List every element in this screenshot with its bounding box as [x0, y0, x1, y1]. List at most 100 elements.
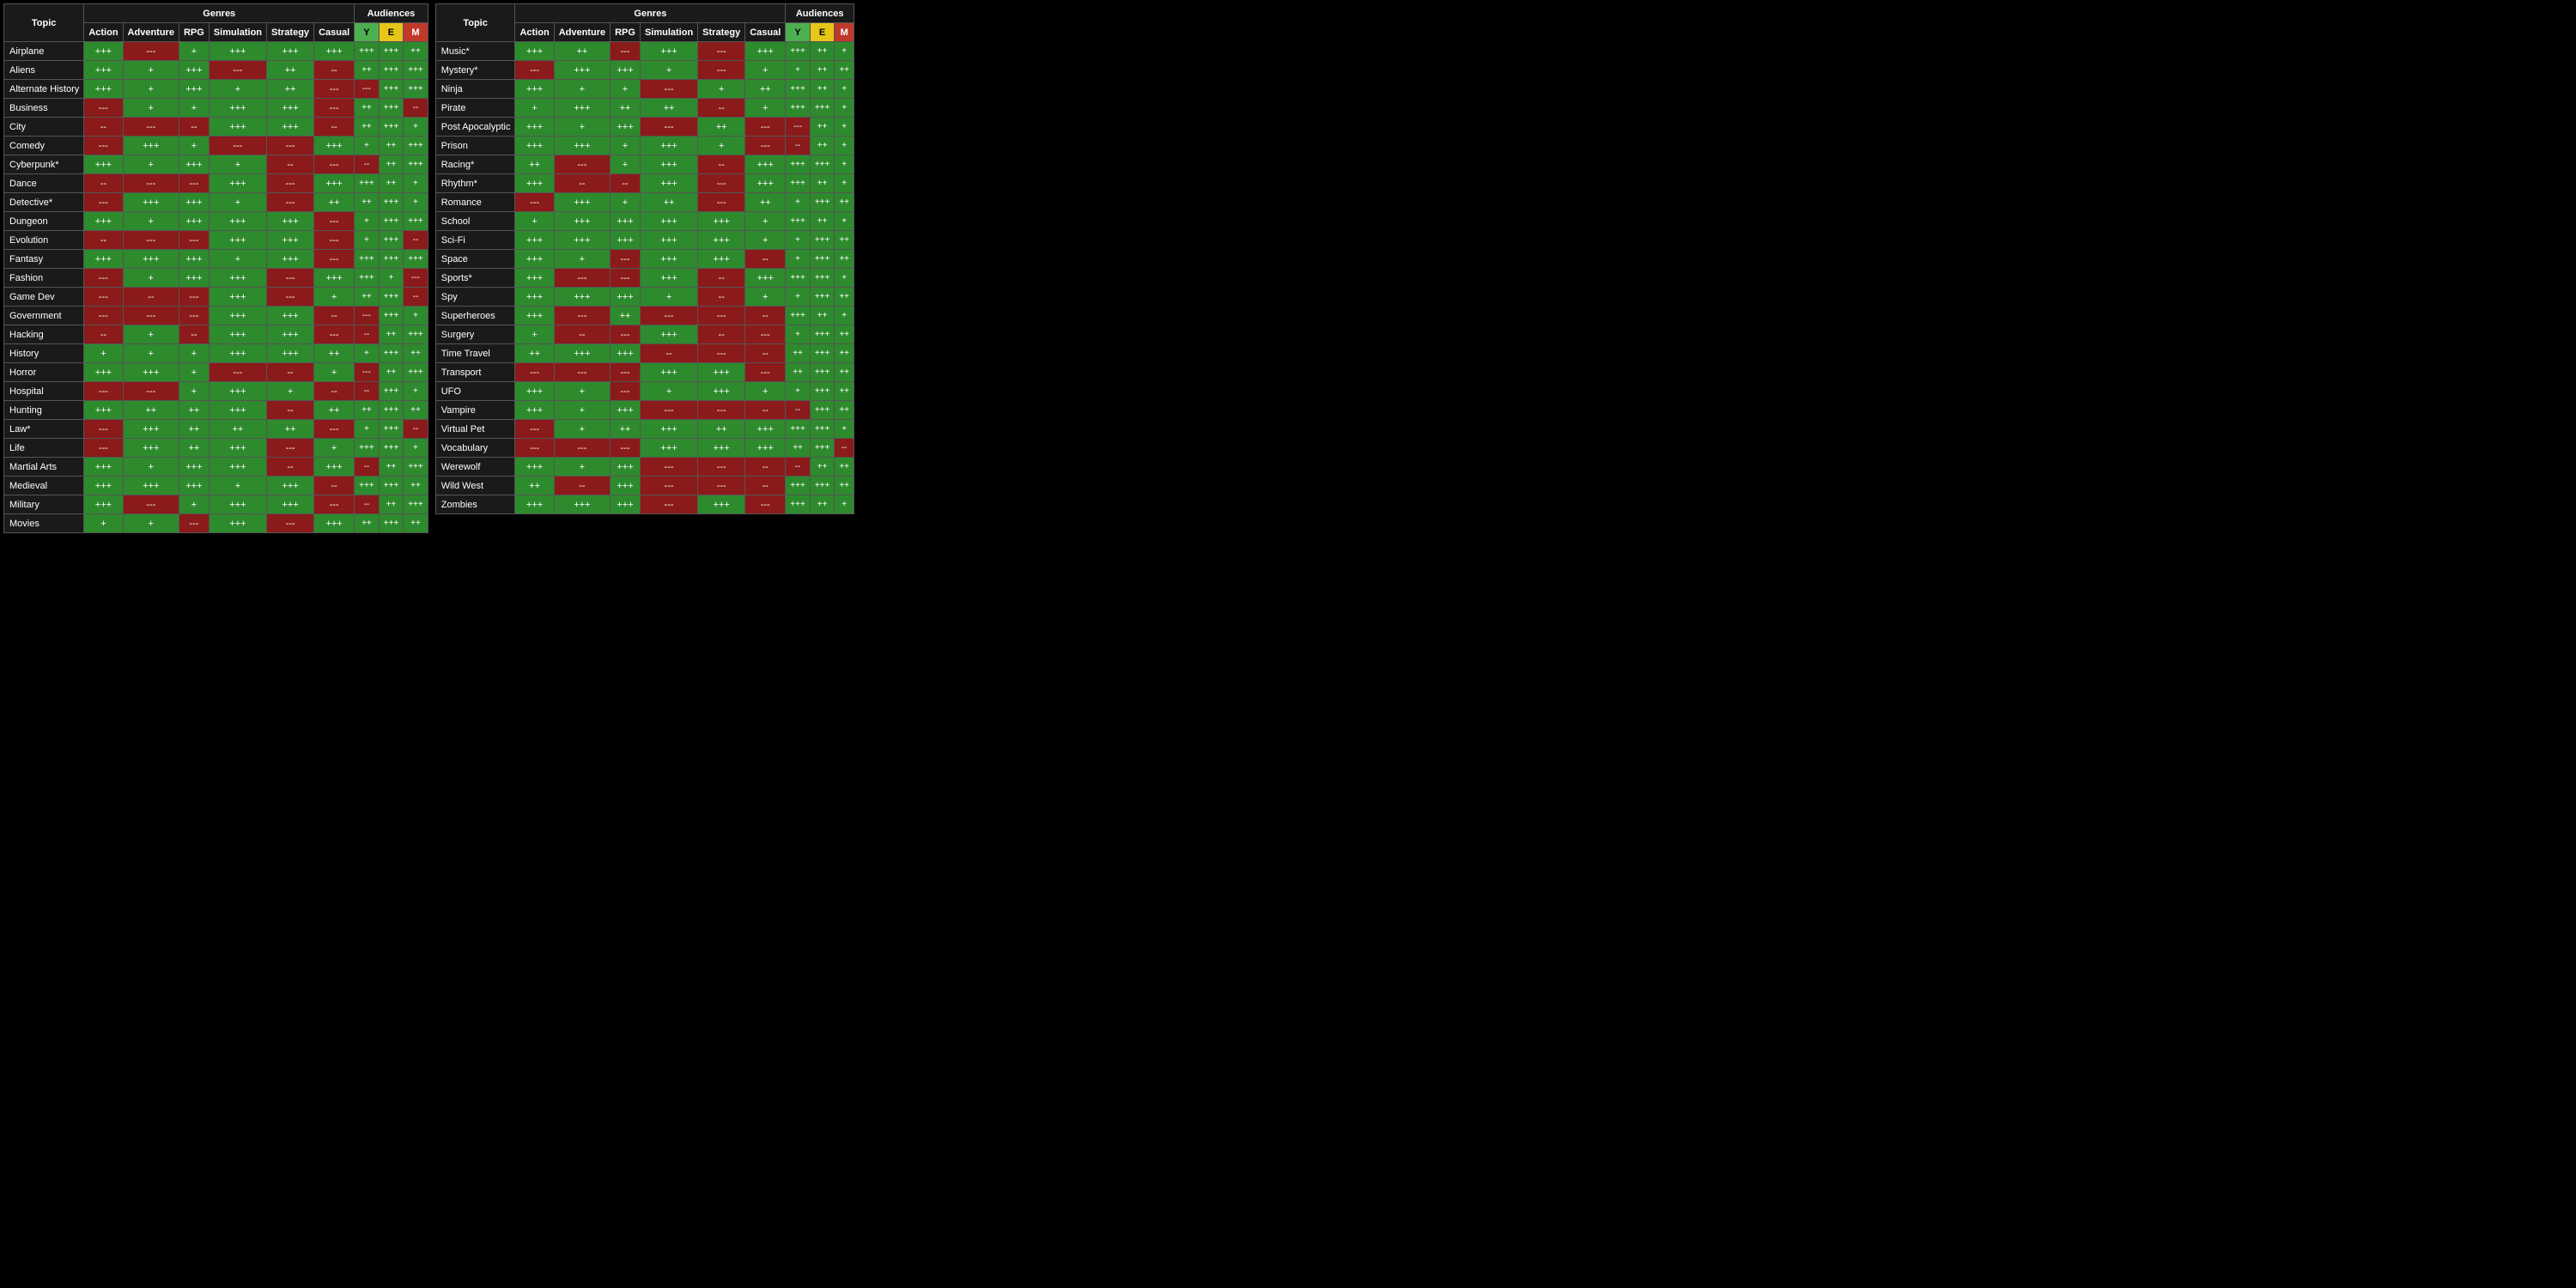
- aud-cell: ++: [355, 61, 380, 80]
- genre-cell: +: [515, 325, 554, 344]
- table-row: Transport---------++++++---+++++++: [435, 363, 854, 382]
- aud-cell: ++: [810, 137, 835, 155]
- table-row: Zombies+++++++++---+++---++++++: [435, 495, 854, 514]
- aud-cell: +++: [379, 99, 404, 118]
- aud-cell: ++: [835, 363, 854, 382]
- genre-col-header: Adventure: [554, 23, 610, 42]
- genre-cell: +++: [515, 42, 554, 61]
- genre-cell: ---: [698, 42, 745, 61]
- genre-cell: +++: [267, 307, 314, 325]
- genre-cell: ---: [84, 193, 123, 212]
- genre-cell: +++: [84, 363, 123, 382]
- topic-cell: Ninja: [435, 80, 515, 99]
- genre-cell: +: [745, 231, 786, 250]
- genre-cell: ---: [698, 61, 745, 80]
- aud-cell: --: [835, 439, 854, 458]
- topic-cell: Cyberpunk*: [4, 155, 84, 174]
- genre-cell: +++: [123, 193, 179, 212]
- table-row: Comedy---++++------+++++++++: [4, 137, 428, 155]
- genre-cell: +++: [314, 514, 355, 533]
- aud-y-header: Y: [786, 23, 811, 42]
- genre-cell: --: [179, 325, 209, 344]
- genre-cell: +++: [209, 514, 266, 533]
- genre-table: TopicGenresAudiencesActionAdventureRPGSi…: [435, 3, 854, 514]
- genre-cell: +++: [745, 269, 786, 288]
- genre-cell: +++: [179, 155, 209, 174]
- aud-cell: --: [404, 231, 428, 250]
- genre-cell: --: [554, 174, 610, 193]
- genre-cell: +++: [209, 231, 266, 250]
- genre-cell: ++: [515, 155, 554, 174]
- genre-cell: +: [611, 155, 641, 174]
- genre-cell: +: [745, 212, 786, 231]
- topic-cell: Hunting: [4, 401, 84, 420]
- aud-cell: ---: [355, 307, 380, 325]
- aud-cell: ++: [355, 193, 380, 212]
- aud-e-header: E: [379, 23, 404, 42]
- topic-cell: Airplane: [4, 42, 84, 61]
- topic-cell: Virtual Pet: [435, 420, 515, 439]
- genre-cell: +++: [267, 495, 314, 514]
- aud-cell: ++: [810, 61, 835, 80]
- genre-cell: +++: [209, 99, 266, 118]
- genre-col-header: Simulation: [209, 23, 266, 42]
- genre-cell: ---: [314, 99, 355, 118]
- genre-cell: ---: [640, 458, 697, 477]
- audiences-header: Audiences: [786, 4, 854, 23]
- genre-cell: +++: [209, 401, 266, 420]
- aud-cell: +: [404, 382, 428, 401]
- aud-cell: ++: [835, 382, 854, 401]
- genre-cell: +++: [611, 61, 641, 80]
- genre-cell: ++: [640, 193, 697, 212]
- table-row: UFO++++---+++++++++++: [435, 382, 854, 401]
- aud-cell: ++: [835, 458, 854, 477]
- aud-cell: +: [786, 193, 811, 212]
- genre-cell: +: [554, 401, 610, 420]
- aud-cell: +++: [810, 288, 835, 307]
- right-table: TopicGenresAudiencesActionAdventureRPGSi…: [435, 3, 854, 514]
- aud-cell: ++: [379, 363, 404, 382]
- genre-cell: +: [611, 193, 641, 212]
- genre-cell: ---: [554, 363, 610, 382]
- aud-cell: +: [404, 439, 428, 458]
- aud-cell: --: [404, 99, 428, 118]
- aud-cell: +++: [810, 401, 835, 420]
- aud-cell: --: [355, 382, 380, 401]
- aud-cell: ---: [786, 118, 811, 137]
- table-row: Time Travel++++++++-------+++++++: [435, 344, 854, 363]
- aud-cell: --: [786, 401, 811, 420]
- topic-cell: School: [435, 212, 515, 231]
- aud-cell: +++: [404, 61, 428, 80]
- table-row: Hospital------+++++----++++: [4, 382, 428, 401]
- genre-cell: +++: [554, 344, 610, 363]
- table-row: City-------++++++--++++++: [4, 118, 428, 137]
- genre-cell: +++: [179, 250, 209, 269]
- genre-cell: ---: [209, 137, 266, 155]
- genre-cell: +++: [179, 61, 209, 80]
- table-row: Cyberpunk*++++++++-------+++++: [4, 155, 428, 174]
- aud-cell: +++: [810, 439, 835, 458]
- topic-header: Topic: [4, 4, 84, 42]
- genre-cell: +++: [698, 231, 745, 250]
- topic-cell: Medieval: [4, 477, 84, 495]
- genre-cell: ---: [515, 439, 554, 458]
- aud-cell: ++: [786, 344, 811, 363]
- genre-cell: +++: [640, 420, 697, 439]
- aud-cell: +++: [404, 363, 428, 382]
- genre-cell: ---: [314, 80, 355, 99]
- table-row: Superheroes+++---++--------++++++: [435, 307, 854, 325]
- table-row: Detective*---+++++++---++++++++: [4, 193, 428, 212]
- aud-cell: +++: [404, 325, 428, 344]
- genre-col-header: RPG: [179, 23, 209, 42]
- aud-m-header: M: [835, 23, 854, 42]
- genre-cell: +++: [314, 458, 355, 477]
- genre-cell: ---: [611, 382, 641, 401]
- genre-cell: ---: [123, 495, 179, 514]
- topic-cell: Government: [4, 307, 84, 325]
- genre-cell: ---: [640, 495, 697, 514]
- topic-cell: Sports*: [435, 269, 515, 288]
- table-row: Military+++---+++++++-----+++++: [4, 495, 428, 514]
- genre-cell: +: [314, 288, 355, 307]
- aud-cell: +: [835, 80, 854, 99]
- topic-cell: Law*: [4, 420, 84, 439]
